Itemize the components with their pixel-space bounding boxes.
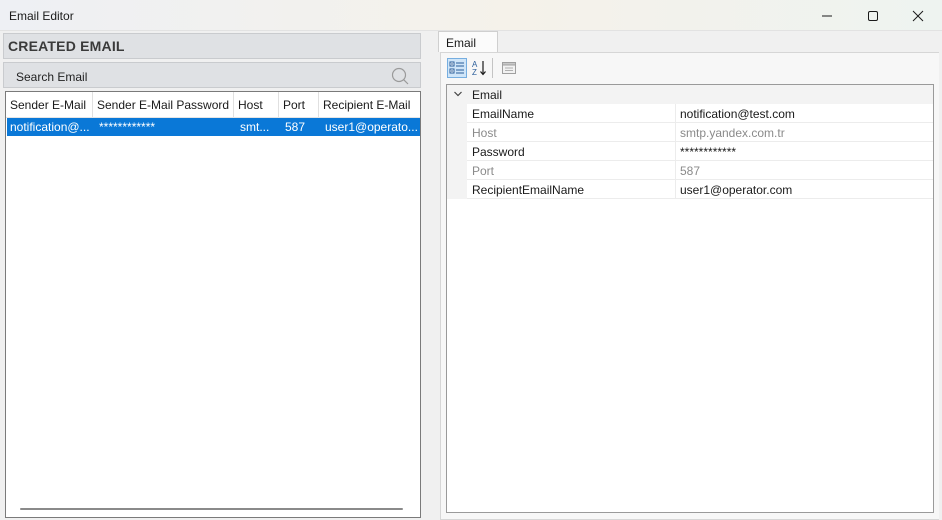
horizontal-scrollbar[interactable] bbox=[20, 508, 403, 510]
search-label: Search Email bbox=[16, 70, 88, 84]
column-header-sender-email[interactable]: Sender E-Mail bbox=[6, 92, 93, 117]
property-value[interactable]: smtp.yandex.com.tr bbox=[676, 123, 933, 142]
category-row-email[interactable]: Email bbox=[447, 85, 933, 104]
search-icon[interactable] bbox=[390, 66, 410, 86]
property-row-host[interactable]: Host smtp.yandex.com.tr bbox=[447, 123, 933, 142]
property-value[interactable]: 587 bbox=[676, 161, 933, 180]
minimize-button[interactable] bbox=[804, 0, 850, 31]
property-name: RecipientEmailName bbox=[467, 180, 676, 199]
cell-sender-email: notification@... bbox=[10, 120, 90, 134]
categorized-icon bbox=[449, 61, 464, 74]
property-row-port[interactable]: Port 587 bbox=[447, 161, 933, 180]
email-info-panel: Email Info A Z bbox=[424, 31, 942, 520]
property-row-password[interactable]: Password ************ bbox=[447, 142, 933, 161]
property-name: Password bbox=[467, 142, 676, 161]
property-pages-icon bbox=[502, 62, 516, 74]
property-value[interactable]: ************ bbox=[676, 142, 933, 161]
minimize-icon bbox=[822, 15, 832, 16]
category-label: Email bbox=[472, 88, 503, 102]
table-row[interactable]: notification@... ************ smt... 587… bbox=[7, 118, 420, 136]
alphabetical-button[interactable]: A Z bbox=[470, 58, 490, 78]
property-pages-button[interactable] bbox=[499, 58, 519, 78]
row-margin bbox=[447, 142, 467, 161]
maximize-icon bbox=[868, 10, 878, 21]
tab-content: A Z Email EmailName notification@test.co… bbox=[440, 52, 939, 520]
property-grid[interactable]: Email EmailName notification@test.com Ho… bbox=[446, 84, 934, 513]
categorized-button[interactable] bbox=[447, 58, 467, 78]
close-button[interactable] bbox=[895, 0, 941, 31]
panel-header: CREATED EMAIL bbox=[3, 33, 421, 59]
cell-host: smt... bbox=[240, 120, 270, 134]
column-header-recipient-email[interactable]: Recipient E-Mail bbox=[319, 92, 420, 117]
property-name: Host bbox=[467, 123, 676, 142]
maximize-button[interactable] bbox=[850, 0, 896, 31]
row-margin bbox=[447, 104, 467, 123]
svg-text:Z: Z bbox=[472, 68, 477, 77]
chevron-down-icon[interactable] bbox=[453, 89, 463, 99]
column-header-sender-password[interactable]: Sender E-Mail Password bbox=[93, 92, 234, 117]
panel-title: CREATED EMAIL bbox=[8, 38, 125, 54]
alphabetical-sort-icon: A Z bbox=[472, 60, 486, 77]
cell-port: 587 bbox=[285, 120, 306, 134]
property-value[interactable]: notification@test.com bbox=[676, 104, 933, 123]
search-input[interactable]: Search Email bbox=[3, 62, 421, 88]
property-value[interactable]: user1@operator.com bbox=[676, 180, 933, 199]
cell-sender-password: ************ bbox=[99, 120, 156, 134]
row-margin bbox=[447, 180, 467, 199]
email-grid[interactable]: Sender E-Mail Sender E-Mail Password Hos… bbox=[5, 91, 421, 518]
row-margin bbox=[447, 123, 467, 142]
title-bar: Email Editor bbox=[0, 0, 942, 31]
property-row-recipientemailname[interactable]: RecipientEmailName user1@operator.com bbox=[447, 180, 933, 199]
property-name: Port bbox=[467, 161, 676, 180]
row-margin bbox=[447, 161, 467, 180]
window-title: Email Editor bbox=[9, 9, 74, 23]
toolbar-separator bbox=[492, 58, 493, 78]
cell-recipient-email: user1@operato... bbox=[325, 120, 418, 134]
tab-email-info[interactable]: Email Info bbox=[438, 31, 498, 64]
column-header-host[interactable]: Host bbox=[234, 92, 279, 117]
property-toolbar: A Z bbox=[441, 53, 939, 83]
grid-header: Sender E-Mail Sender E-Mail Password Hos… bbox=[6, 92, 420, 118]
close-icon bbox=[912, 10, 924, 21]
created-email-panel: CREATED EMAIL Search Email Sender E-Mail… bbox=[0, 31, 424, 520]
property-name: EmailName bbox=[467, 104, 676, 123]
column-header-port[interactable]: Port bbox=[279, 92, 319, 117]
property-row-emailname[interactable]: EmailName notification@test.com bbox=[447, 104, 933, 123]
